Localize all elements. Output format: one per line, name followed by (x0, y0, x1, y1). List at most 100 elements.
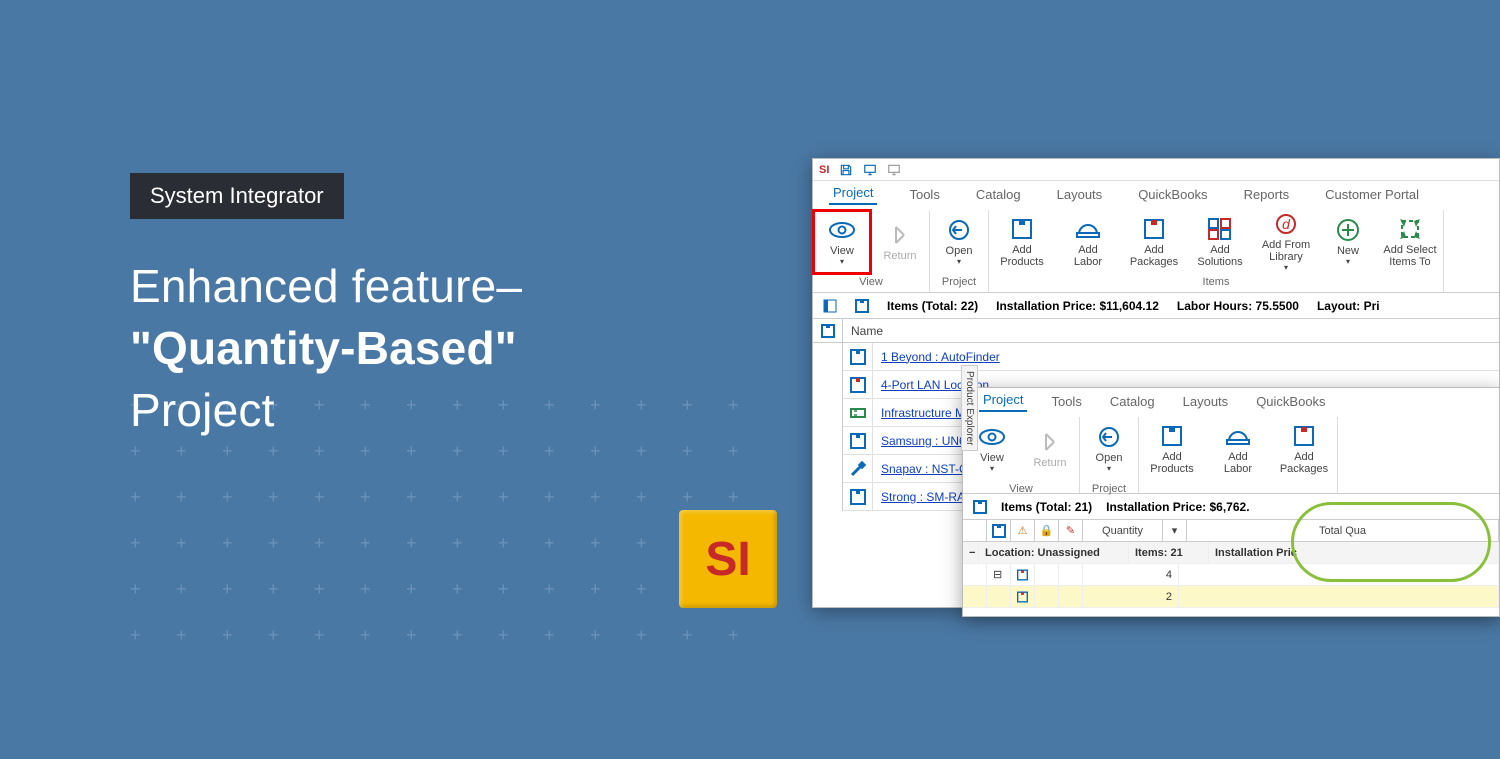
tab-tools[interactable]: Tools (1047, 391, 1085, 412)
column-header-name[interactable]: Name (843, 324, 883, 338)
tab-quickbooks[interactable]: QuickBooks (1134, 184, 1211, 205)
ribbon-group-label: View (1009, 481, 1033, 499)
box-blue-icon (843, 343, 873, 370)
add-products-button[interactable]: AddProducts (1139, 417, 1205, 481)
status-bar: Items (Total: 22) Installation Price: $1… (813, 293, 1499, 319)
monitor-sync-icon[interactable] (887, 163, 901, 177)
open-button[interactable]: Open (1080, 417, 1138, 481)
headline-line-2: "Quantity-Based" (130, 322, 517, 374)
cell-quantity[interactable]: 2 (1083, 586, 1179, 608)
button-label: New (1337, 245, 1359, 267)
filter-icon[interactable]: ▾ (1163, 520, 1187, 541)
button-label: AddProducts (1150, 451, 1193, 475)
ribbon-toolbar: ViewReturnViewOpenProjectAddProductsAddL… (963, 412, 1499, 494)
tab-catalog[interactable]: Catalog (972, 184, 1025, 205)
quantity-grid-header: ⚠ 🔒 ✎ Quantity ▾ Total Qua (963, 520, 1499, 542)
save-icon[interactable] (839, 163, 853, 177)
plus-icon (1336, 217, 1360, 243)
add-solutions-button[interactable]: AddSolutions (1187, 210, 1253, 274)
svg-text:d: d (1282, 216, 1291, 232)
return-button: Return (1021, 417, 1079, 481)
new-button[interactable]: New (1319, 210, 1377, 274)
tab-catalog[interactable]: Catalog (1106, 391, 1159, 412)
add-labor-button[interactable]: AddLabor (1055, 210, 1121, 274)
group-row[interactable]: − Location: Unassigned Items: 21 Install… (963, 542, 1499, 564)
add-products-button[interactable]: AddProducts (989, 210, 1055, 274)
status-layout: Layout: Pri (1317, 299, 1380, 313)
quick-access-toolbar: SI (813, 159, 1499, 181)
view-button[interactable]: View (813, 210, 871, 274)
column-header-total-quantity[interactable]: Total Qua (1187, 520, 1499, 541)
edit-icon: ✎ (1059, 520, 1083, 541)
group-location: Location: Unassigned (979, 542, 1129, 564)
button-label: View (980, 452, 1004, 474)
add-packages-button[interactable]: AddPackages (1121, 210, 1187, 274)
status-install-price: Installation Price: $11,604.12 (996, 299, 1159, 313)
add-selected-button[interactable]: Add SelectItems To (1377, 210, 1443, 274)
status-items-count: Items (Total: 21) (1001, 500, 1092, 514)
target-icon (1398, 216, 1422, 242)
app-icon: SI (819, 164, 829, 176)
eye-icon (979, 424, 1005, 450)
button-label: AddPackages (1280, 451, 1328, 475)
box2-icon (1143, 216, 1165, 242)
box-blue-icon (843, 427, 873, 454)
button-label: Open (946, 245, 973, 267)
app-window-secondary: Project Tools Catalog Layouts QuickBooks Vie… (962, 387, 1500, 617)
warning-icon: ⚠ (1011, 520, 1035, 541)
status-install-price: Installation Price: $6,762. (1106, 500, 1249, 514)
tab-layouts[interactable]: Layouts (1179, 391, 1233, 412)
ribbon-group-label: View (859, 274, 883, 292)
tab-customer-portal[interactable]: Customer Portal (1321, 184, 1423, 205)
return-button: Return (871, 210, 929, 274)
box-icon (992, 524, 1006, 538)
ribbon-group-label: Items (1203, 274, 1230, 292)
back-icon (890, 222, 910, 248)
back-icon (1040, 429, 1060, 455)
button-label: Return (883, 250, 916, 262)
item-name-link[interactable]: 1 Beyond : AutoFinder (873, 350, 1000, 364)
tab-layouts[interactable]: Layouts (1053, 184, 1107, 205)
hardhat-icon (1076, 216, 1100, 242)
add-from-library-button[interactable]: dAdd FromLibrary (1253, 210, 1319, 274)
group-items-count: Items: 21 (1129, 542, 1209, 564)
group-install-price: Installation Pric (1209, 542, 1499, 564)
tab-reports[interactable]: Reports (1240, 184, 1294, 205)
headline-line-3: Project (130, 379, 522, 441)
column-header-quantity[interactable]: Quantity (1083, 520, 1163, 541)
add-labor-button[interactable]: AddLabor (1205, 417, 1271, 481)
button-label: Return (1033, 457, 1066, 469)
cell-quantity[interactable]: 4 (1083, 564, 1179, 586)
monitor-icon[interactable] (863, 163, 877, 177)
box-icon (973, 500, 987, 514)
table-row[interactable]: ⊟4 (963, 564, 1499, 586)
table-row[interactable]: 2 (963, 586, 1499, 608)
box-icon (1011, 216, 1033, 242)
headline-line-1: Enhanced feature– (130, 255, 522, 317)
product-explorer-tab[interactable]: Product Explorer (961, 365, 978, 451)
button-label: View (830, 245, 854, 267)
row-icon-column (813, 319, 843, 511)
button-label: AddLabor (1224, 451, 1252, 475)
open-icon (1098, 424, 1120, 450)
button-label: Open (1096, 452, 1123, 474)
open-icon (948, 217, 970, 243)
hero-headline: Enhanced feature– "Quantity-Based" Proje… (130, 255, 522, 441)
add-packages-button[interactable]: AddPackages (1271, 417, 1337, 481)
ribbon-toolbar: ViewReturnViewOpenProjectAddProductsAddL… (813, 205, 1499, 293)
list-item[interactable]: 1 Beyond : AutoFinder (843, 343, 1499, 371)
lock-icon: 🔒 (1035, 520, 1059, 541)
tab-quickbooks[interactable]: QuickBooks (1252, 391, 1329, 412)
status-labor-hours: Labor Hours: 75.5500 (1177, 299, 1299, 313)
ribbon-tabs: Project Tools Catalog Layouts QuickBooks Repo… (813, 181, 1499, 205)
open-button[interactable]: Open (930, 210, 988, 274)
library-icon: d (1275, 211, 1297, 237)
tab-project[interactable]: Project (829, 182, 877, 205)
box-blue-icon (843, 483, 873, 510)
tab-tools[interactable]: Tools (905, 184, 943, 205)
tab-project[interactable]: Project (979, 389, 1027, 412)
button-label: AddSolutions (1197, 244, 1242, 268)
eye-icon (829, 217, 855, 243)
box-icon (821, 324, 835, 338)
button-label: AddLabor (1074, 244, 1102, 268)
